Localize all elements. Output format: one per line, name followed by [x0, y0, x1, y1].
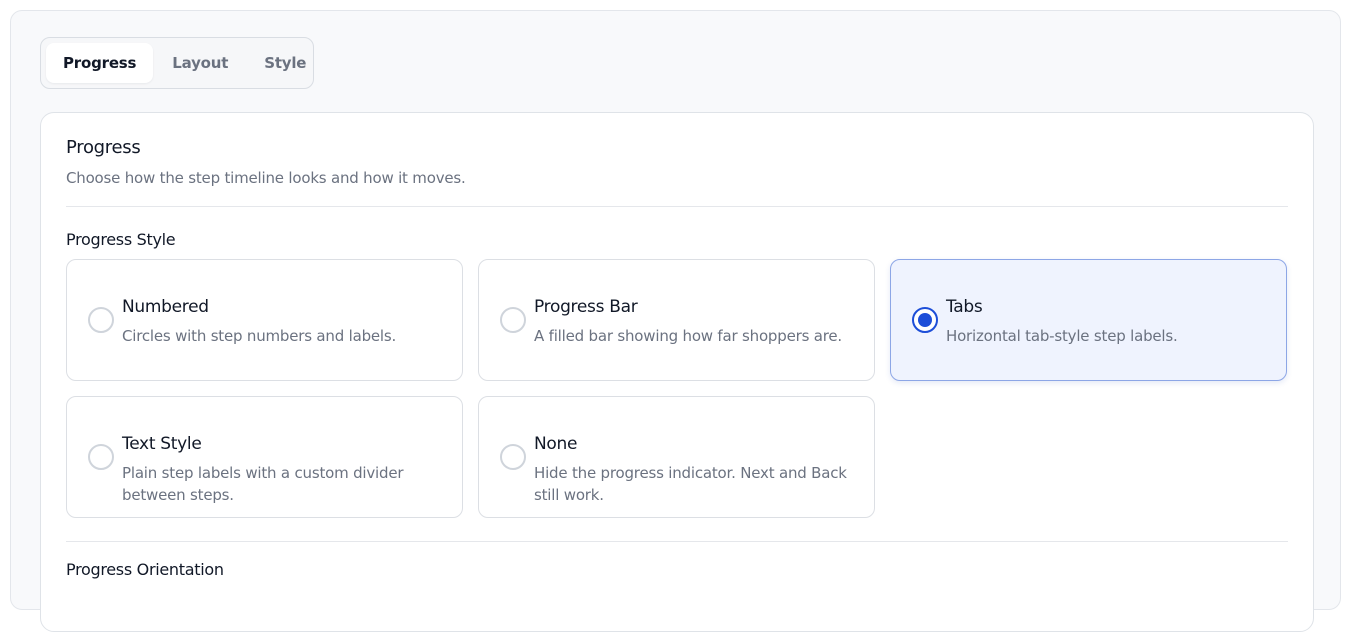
progress-orientation-label: Progress Orientation — [66, 560, 224, 579]
panel-title: Progress — [66, 137, 141, 158]
option-text-style[interactable]: Text Style Plain step labels with a cust… — [66, 396, 463, 518]
option-description: Plain step labels with a custom divider … — [122, 464, 404, 504]
progress-panel: Progress Choose how the step timeline lo… — [40, 112, 1314, 632]
radio-text-style[interactable] — [88, 444, 114, 470]
option-none[interactable]: None Hide the progress indicator. Next a… — [478, 396, 875, 518]
settings-tabs: Progress Layout Style — [40, 37, 314, 89]
option-description: Horizontal tab-style step labels. — [946, 327, 1178, 345]
option-title: Numbered — [122, 297, 209, 317]
radio-none[interactable] — [500, 444, 526, 470]
tab-progress[interactable]: Progress — [46, 43, 154, 83]
option-numbered[interactable]: Numbered Circles with step numbers and l… — [66, 259, 463, 381]
radio-numbered[interactable] — [88, 307, 114, 333]
option-description: Hide the progress indicator. Next and Ba… — [534, 464, 847, 504]
tab-style[interactable]: Style — [247, 43, 323, 83]
radio-selected-dot — [918, 313, 932, 327]
option-title: Text Style — [122, 434, 202, 454]
divider — [66, 541, 1288, 542]
divider — [66, 206, 1288, 207]
option-description: Circles with step numbers and labels. — [122, 327, 397, 345]
option-title: Tabs — [946, 297, 983, 317]
option-tabs[interactable]: Tabs Horizontal tab-style step labels. — [890, 259, 1287, 381]
settings-shell: Progress Layout Style Progress Choose ho… — [10, 10, 1341, 632]
option-title: Progress Bar — [534, 297, 638, 317]
progress-style-label: Progress Style — [66, 230, 176, 249]
radio-progress-bar[interactable] — [500, 307, 526, 333]
tab-layout[interactable]: Layout — [155, 43, 245, 83]
option-title: None — [534, 434, 578, 454]
option-progress-bar[interactable]: Progress Bar A filled bar showing how fa… — [478, 259, 875, 381]
radio-tabs[interactable] — [912, 307, 938, 333]
option-description: A filled bar showing how far shoppers ar… — [534, 327, 842, 345]
panel-description: Choose how the step timeline looks and h… — [66, 169, 466, 187]
